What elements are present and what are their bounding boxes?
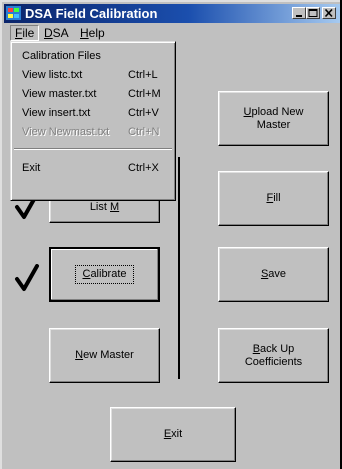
app-window: DSA Field Calibration File DSA Help Uplo… — [0, 0, 340, 469]
menu-item-label: View insert.txt — [22, 107, 91, 119]
menu-separator — [14, 148, 172, 150]
list-m-button-label: List M — [89, 201, 120, 213]
menu-item-label: View master.txt — [22, 88, 97, 100]
app-icon[interactable] — [6, 6, 21, 20]
new-master-button-label: New Master — [75, 349, 134, 361]
menu-dsa-ul: D — [44, 26, 53, 40]
calibrate-button[interactable]: Calibrate — [49, 247, 160, 302]
window-title: DSA Field Calibration — [25, 6, 158, 21]
upload-new-master-button[interactable]: Upload New Master — [218, 91, 329, 146]
menu-help[interactable]: Help — [76, 25, 109, 41]
menu-file-rest: ile — [22, 26, 35, 40]
save-button[interactable]: Save — [218, 247, 329, 302]
upload-button-label: Upload New Master — [243, 105, 304, 131]
close-icon — [324, 9, 333, 18]
menu-file[interactable]: File — [10, 25, 40, 41]
menu-help-rest: elp — [88, 26, 105, 40]
backup-button-label: Back Up Coefficients — [244, 342, 303, 368]
menu-item-label: Calibration Files — [22, 50, 101, 62]
menu-item-label: Exit — [22, 162, 41, 174]
menu-item-view-master[interactable]: View master.txt Ctrl+M — [14, 85, 172, 104]
fill-button-label: Fill — [266, 192, 281, 204]
back-up-coefficients-button[interactable]: Back Up Coefficients — [218, 328, 329, 383]
close-button[interactable] — [322, 7, 336, 19]
menu-item-label: View Newmast.txt — [22, 126, 110, 138]
menu-item-view-newmast: View Newmast.txt Ctrl+N — [14, 123, 172, 142]
menu-item-shortcut: Ctrl+M — [128, 88, 161, 100]
fill-button[interactable]: Fill — [218, 171, 329, 226]
menu-item-view-listc[interactable]: View listc.txt Ctrl+L — [14, 66, 172, 85]
new-master-button[interactable]: New Master — [49, 328, 160, 383]
menu-item-label: View listc.txt — [22, 69, 83, 81]
save-button-label: Save — [260, 268, 287, 280]
menu-item-shortcut: Ctrl+X — [128, 162, 159, 174]
column-divider — [178, 157, 180, 379]
menu-item-shortcut: Ctrl+N — [128, 126, 160, 138]
menu-dsa[interactable]: DSA — [40, 25, 73, 41]
maximize-button[interactable] — [306, 7, 320, 19]
maximize-icon — [308, 9, 318, 17]
menu-item-shortcut: Ctrl+V — [128, 107, 159, 119]
menu-dsa-rest: SA — [52, 26, 69, 40]
menu-help-ul: H — [80, 26, 89, 40]
menu-item-shortcut: Ctrl+L — [128, 69, 158, 81]
title-bar[interactable]: DSA Field Calibration — [4, 4, 340, 23]
file-menu-dropdown: Calibration Files View listc.txt Ctrl+L … — [10, 41, 176, 201]
menu-bar: File DSA Help — [4, 24, 340, 42]
calibrate-button-label: Calibrate — [75, 265, 134, 284]
minimize-icon — [296, 15, 302, 17]
menu-item-calibration-files[interactable]: Calibration Files — [14, 47, 172, 66]
exit-button-label: Exit — [163, 428, 183, 440]
exit-button[interactable]: Exit — [110, 407, 236, 462]
menu-item-exit[interactable]: Exit Ctrl+X — [14, 159, 172, 178]
calibrate-checkmark-icon — [15, 264, 39, 291]
minimize-button[interactable] — [292, 7, 306, 19]
menu-item-view-insert[interactable]: View insert.txt Ctrl+V — [14, 104, 172, 123]
